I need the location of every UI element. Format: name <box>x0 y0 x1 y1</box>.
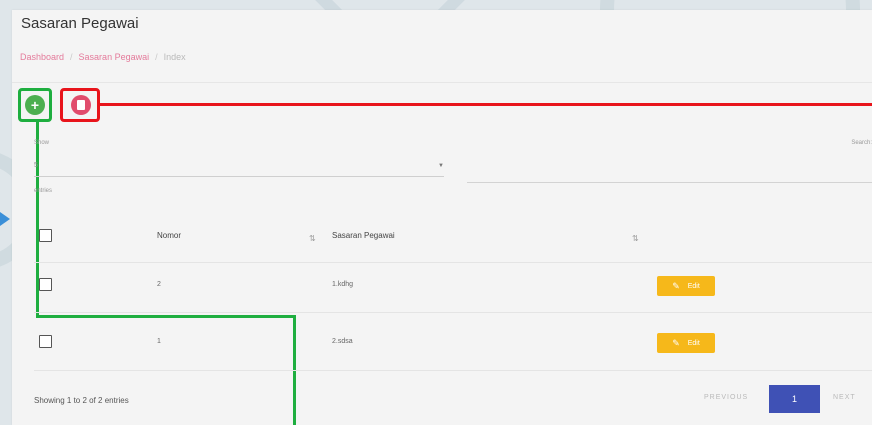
edit-label: Edit <box>687 282 700 290</box>
pencil-icon: ✎ <box>672 280 680 291</box>
table-info: Showing 1 to 2 of 2 entries <box>34 396 129 405</box>
pagination-next[interactable]: NEXT <box>833 394 856 401</box>
search-input[interactable] <box>467 182 872 183</box>
entries-select[interactable]: 5 ▼ <box>34 155 444 177</box>
edit-label: Edit <box>687 339 700 347</box>
entries-value: 5 <box>34 162 38 169</box>
entries-label: entries <box>34 188 53 194</box>
annotation-box-red <box>60 88 100 122</box>
edit-button[interactable]: ✎ Edit <box>657 276 715 296</box>
column-header-nomor[interactable]: Nomor <box>157 231 181 240</box>
breadcrumb-index: Index <box>163 52 186 62</box>
row-checkbox[interactable] <box>39 335 52 348</box>
select-all-checkbox[interactable] <box>39 229 52 242</box>
cell-nomor: 1 <box>157 338 161 345</box>
row-divider <box>34 370 872 371</box>
search-label: Search: <box>851 140 872 146</box>
sort-icon[interactable]: ⇅ <box>632 234 639 243</box>
row-checkbox[interactable] <box>39 278 52 291</box>
breadcrumb-dashboard[interactable]: Dashboard <box>20 52 64 62</box>
breadcrumb-separator: / <box>70 52 73 62</box>
pagination-page[interactable]: 1 <box>769 385 820 413</box>
edit-button[interactable]: ✎ Edit <box>657 333 715 353</box>
annotation-line-red <box>100 103 872 106</box>
cell-sasaran: 2.sdsa <box>332 338 353 345</box>
column-header-sasaran-pegawai[interactable]: Sasaran Pegawai <box>332 231 395 240</box>
pencil-icon: ✎ <box>672 337 680 348</box>
page-title: Sasaran Pegawai <box>21 15 139 32</box>
content-panel: Sasaran Pegawai Dashboard / Sasaran Pega… <box>12 10 872 425</box>
cell-sasaran: 1.kdhg <box>332 281 354 288</box>
arrow-right-icon <box>0 212 10 226</box>
breadcrumb-separator: / <box>155 52 158 62</box>
row-divider <box>34 312 872 313</box>
breadcrumb: Dashboard / Sasaran Pegawai / Index <box>20 52 186 62</box>
pagination-previous[interactable]: PREVIOUS <box>704 394 748 401</box>
sort-icon[interactable]: ⇅ <box>309 234 316 243</box>
row-divider <box>34 262 872 263</box>
caret-down-icon: ▼ <box>438 162 444 169</box>
show-label: Show <box>34 140 50 146</box>
header-divider <box>12 82 872 83</box>
annotation-line-green <box>36 315 296 318</box>
cell-nomor: 2 <box>157 281 161 288</box>
annotation-box-green <box>18 88 52 122</box>
breadcrumb-sasaran-pegawai[interactable]: Sasaran Pegawai <box>79 52 150 62</box>
